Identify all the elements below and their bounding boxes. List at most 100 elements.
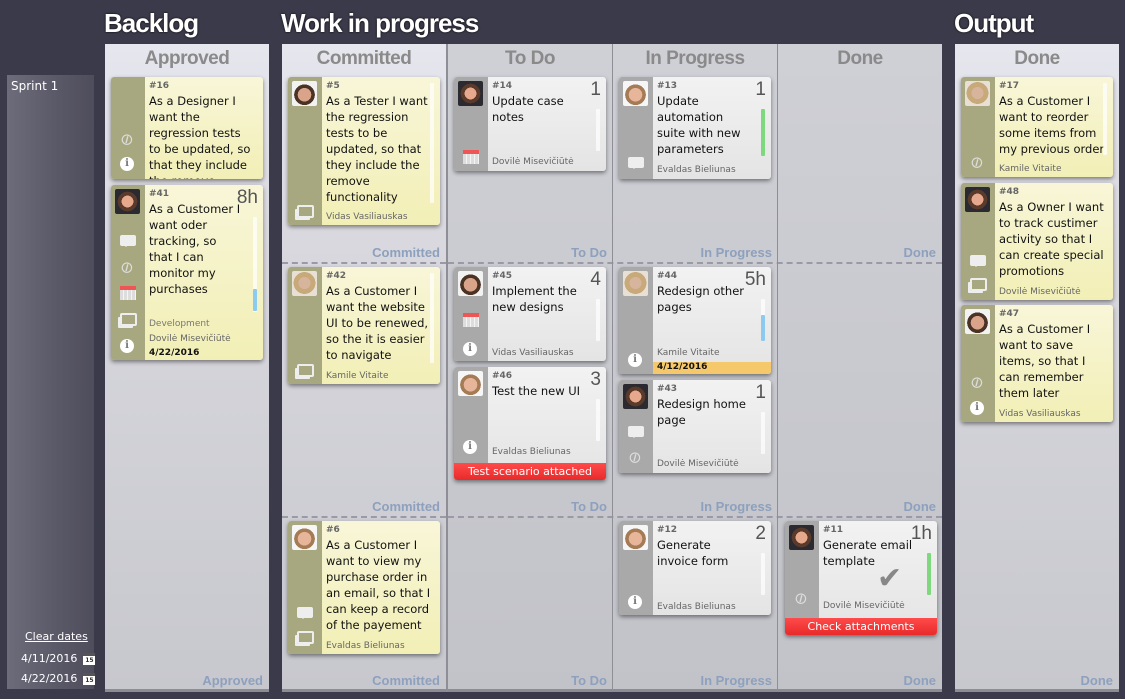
comment-icon[interactable]	[297, 607, 313, 619]
card-13[interactable]: 1 #13 Update automation suite with new pa…	[619, 77, 771, 179]
lane-label: In Progress	[700, 245, 772, 260]
tasks-icon[interactable]	[120, 313, 137, 326]
card-title: As a Customer I want to view my purchase…	[326, 538, 431, 632]
card-43[interactable]: 1 #43 Redesign home page ⊘ Dovilė Misevič…	[619, 380, 771, 473]
end-date-field[interactable]: 4/22/2016 15	[21, 672, 96, 685]
card-12[interactable]: 2 #12 Generate invoice form i Evaldas Bie…	[619, 521, 771, 615]
group-title-wip: Work in progress	[281, 8, 479, 38]
calendar-icon[interactable]: 15	[83, 652, 96, 665]
card-number: #17	[999, 81, 1020, 91]
avatar	[292, 81, 317, 106]
card-owner: Dovilė Misevičiūtė	[823, 601, 905, 611]
lane-label: Done	[903, 245, 937, 260]
info-icon[interactable]: i	[120, 157, 134, 171]
column-header-approved: Approved	[144, 48, 230, 69]
avatar	[458, 81, 483, 106]
card-title: Implement the new designs	[492, 284, 577, 314]
card-5[interactable]: #5 As a Tester I want the regression test…	[288, 77, 440, 225]
calendar-icon[interactable]	[120, 286, 136, 300]
column-header-committed: Committed	[316, 48, 412, 69]
card-44[interactable]: 5h #44 Redesign other pages i Kamile Vita…	[619, 267, 771, 374]
info-icon[interactable]: i	[628, 353, 642, 367]
card-14[interactable]: 1 #14 Update case notes Dovilė Misevičiūt…	[454, 77, 606, 171]
card-16[interactable]: #16 As a Designer I want the regression t…	[111, 77, 263, 179]
calendar-icon[interactable]	[463, 313, 479, 327]
lane-label: In Progress	[700, 673, 772, 688]
comment-icon[interactable]	[628, 157, 644, 169]
tasks-icon[interactable]	[297, 205, 314, 218]
avatar	[965, 187, 990, 212]
info-icon[interactable]: i	[463, 440, 477, 454]
comment-icon[interactable]	[628, 426, 644, 438]
column-header-done: Done	[837, 48, 883, 69]
start-date[interactable]: 4/11/2016	[21, 652, 77, 665]
card-number: #41	[149, 189, 170, 199]
lane-divider	[282, 262, 446, 264]
card-48[interactable]: #48 As a Owner I want to track custimer a…	[961, 183, 1113, 300]
card-title: As a Owner I want to track custimer acti…	[999, 200, 1104, 278]
card-45[interactable]: 4 #45 Implement the new designs i Vidas V…	[454, 267, 606, 361]
card-title: Generate invoice form	[657, 538, 729, 568]
card-estimate: 1	[755, 79, 766, 100]
card-due-date: 4/22/2016	[149, 348, 200, 358]
group-title-output: Output	[954, 8, 1034, 38]
comment-icon[interactable]	[970, 255, 986, 267]
lane-label: Done	[1080, 673, 1114, 688]
progress-bar	[761, 315, 765, 341]
calendar-icon[interactable]: 15	[83, 672, 96, 685]
start-date-field[interactable]: 4/11/2016 15	[21, 652, 96, 665]
card-title: Generate email template	[823, 538, 913, 568]
lane-label: Committed	[372, 673, 440, 688]
card-title: As a Customer I want to save items, so t…	[999, 322, 1091, 400]
card-number: #47	[999, 309, 1020, 319]
lane-label: Done	[903, 673, 937, 688]
group-title-backlog: Backlog	[104, 8, 199, 38]
tasks-icon[interactable]	[970, 278, 987, 291]
info-icon[interactable]: i	[120, 339, 134, 353]
card-42[interactable]: #42 As a Customer I want the website UI t…	[288, 267, 440, 384]
card-title: Update automation suite with new paramet…	[657, 94, 741, 156]
card-title: As a Customer I want oder tracking, so t…	[149, 202, 241, 296]
lane-divider	[282, 516, 446, 518]
lane-divider	[448, 516, 942, 518]
card-owner: Dovilė Misevičiūtė	[492, 157, 574, 167]
avatar	[965, 309, 990, 334]
avatar	[115, 189, 140, 214]
end-date[interactable]: 4/22/2016	[21, 672, 77, 685]
tasks-icon[interactable]	[297, 364, 314, 377]
card-41[interactable]: 8h #41 As a Customer I want oder tracking…	[111, 185, 263, 360]
card-number: #46	[492, 371, 513, 381]
card-owner: Evaldas Bieliunas	[657, 165, 736, 175]
card-number: #43	[657, 384, 678, 394]
avatar	[623, 525, 648, 550]
card-title: As a Tester I want the regression tests …	[326, 94, 428, 204]
clear-dates-link[interactable]: Clear dates	[25, 630, 88, 643]
tasks-icon[interactable]	[297, 631, 314, 644]
card-11[interactable]: 1h #11 Generate email template ✔ ⊘ Dovilė…	[785, 521, 937, 635]
calendar-icon[interactable]	[463, 150, 479, 164]
column-separator	[612, 44, 613, 692]
card-estimate: 2	[755, 523, 766, 544]
card-title: As a Customer I want to reorder some ite…	[999, 94, 1105, 156]
card-number: #11	[823, 525, 844, 535]
card-estimate: 3	[590, 369, 601, 390]
card-title: As a Customer I want the website UI to b…	[326, 284, 429, 362]
lane-label: Done	[903, 499, 937, 514]
card-6[interactable]: #6 As a Customer I want to view my purcha…	[288, 521, 440, 654]
lane-label: Committed	[372, 499, 440, 514]
lane-divider	[448, 262, 942, 264]
card-title: Update case notes	[492, 94, 564, 124]
info-icon[interactable]: i	[628, 595, 642, 609]
sprint-label[interactable]: Sprint 1	[11, 79, 58, 93]
card-46[interactable]: 3 #46 Test the new UI i Evaldas Bieliunas…	[454, 367, 606, 480]
info-icon[interactable]: i	[463, 342, 477, 356]
lane-label: In Progress	[700, 499, 772, 514]
card-47[interactable]: #47 As a Customer I want to save items, s…	[961, 305, 1113, 422]
comment-icon[interactable]	[120, 235, 136, 247]
info-icon[interactable]: i	[970, 401, 984, 415]
card-owner: Vidas Vasiliauskas	[999, 409, 1081, 419]
card-owner: Dovilė Misevičiūtė	[657, 459, 739, 469]
avatar	[458, 371, 483, 396]
avatar	[965, 81, 990, 106]
card-17[interactable]: #17 As a Customer I want to reorder some …	[961, 77, 1113, 177]
